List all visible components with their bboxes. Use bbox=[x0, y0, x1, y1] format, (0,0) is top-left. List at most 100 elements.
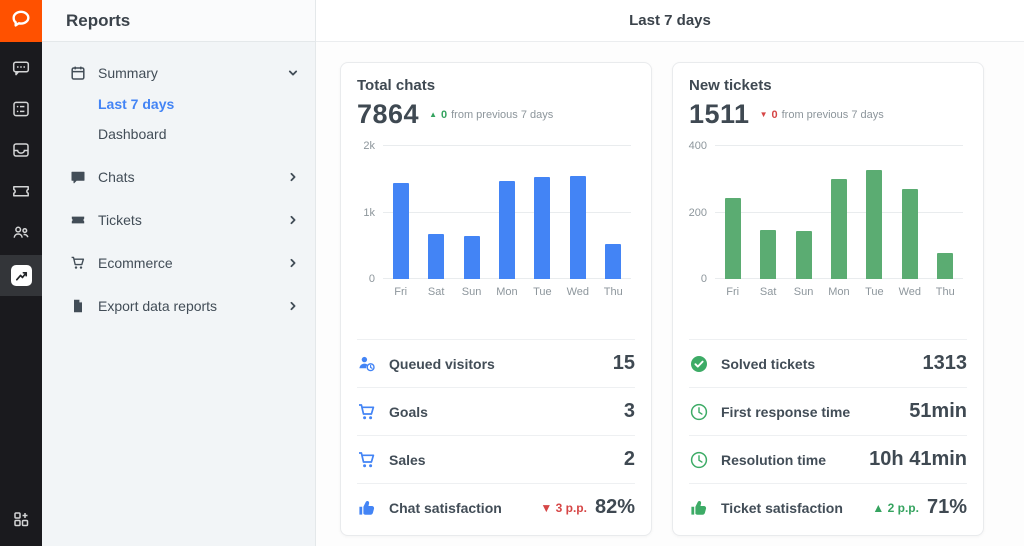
y-tick-label: 0 bbox=[701, 273, 707, 285]
stat-row-queued-visitors[interactable]: Queued visitors 15 bbox=[357, 339, 635, 387]
new-tickets-card: New tickets 1511 ▼ 0 from previous 7 day… bbox=[672, 62, 984, 536]
sidebar-body: Summary Last 7 days Dashboard Chats bbox=[42, 42, 315, 320]
bar-Thu[interactable] bbox=[605, 244, 621, 279]
bar-Tue[interactable] bbox=[866, 170, 882, 279]
bar-Sat[interactable] bbox=[760, 230, 776, 279]
total-chats-card: Total chats 7864 ▲ 0 from previous 7 day… bbox=[340, 62, 652, 536]
delta-value: 0 bbox=[441, 109, 447, 121]
bar-slot bbox=[383, 146, 418, 279]
bar-Wed[interactable] bbox=[570, 176, 586, 279]
card-title: Total chats bbox=[357, 77, 635, 94]
stat-row-sales[interactable]: Sales 2 bbox=[357, 435, 635, 483]
list-icon bbox=[11, 99, 31, 124]
rail-item-archives[interactable] bbox=[0, 91, 42, 132]
x-axis-labels: FriSatSunMonTueWedThu bbox=[715, 286, 963, 298]
bar-Tue[interactable] bbox=[534, 177, 550, 279]
cart-icon bbox=[357, 450, 377, 470]
stat-row-goals[interactable]: Goals 3 bbox=[357, 387, 635, 435]
bar-Fri[interactable] bbox=[393, 183, 409, 279]
x-tick-label: Tue bbox=[857, 286, 892, 298]
livechat-logo[interactable] bbox=[0, 0, 42, 42]
sidebar-item-export-data-reports[interactable]: Export data reports bbox=[70, 292, 299, 320]
rail-item-reports[interactable] bbox=[0, 255, 42, 296]
y-tick-label: 2k bbox=[363, 140, 375, 152]
stat-label: Resolution time bbox=[721, 452, 826, 468]
delta-suffix: from previous 7 days bbox=[451, 109, 553, 121]
sidebar-item-dashboard[interactable]: Dashboard bbox=[98, 119, 299, 149]
check-circle-icon bbox=[689, 354, 709, 374]
sidebar-item-last-7-days[interactable]: Last 7 days bbox=[98, 89, 299, 119]
plot-area bbox=[715, 146, 963, 279]
chevron-right-icon bbox=[287, 257, 299, 269]
file-document-icon bbox=[70, 298, 86, 314]
cart-icon bbox=[357, 402, 377, 422]
x-tick-label: Fri bbox=[715, 286, 750, 298]
stat-value: 2 bbox=[624, 448, 635, 471]
kpi-delta: ▼ 0 from previous 7 days bbox=[760, 109, 884, 121]
kpi-delta: ▲ 0 from previous 7 days bbox=[429, 109, 553, 121]
main-area: Last 7 days Total chats 7864 ▲ 0 from pr… bbox=[316, 0, 1024, 546]
stats-list: Solved tickets 1313 First response time … bbox=[689, 339, 967, 531]
stat-row-resolution-time[interactable]: Resolution time 10h 41min bbox=[689, 435, 967, 483]
bar-slot bbox=[892, 146, 927, 279]
apps-grid-icon bbox=[12, 510, 30, 533]
stat-value: 82% bbox=[595, 496, 635, 519]
bar-slot bbox=[857, 146, 892, 279]
sidebar-item-label: Summary bbox=[98, 65, 158, 81]
delta-value: 0 bbox=[772, 109, 778, 121]
bar-slot bbox=[596, 146, 631, 279]
x-tick-label: Mon bbox=[489, 286, 524, 298]
bars bbox=[715, 146, 963, 279]
rail-item-chats[interactable] bbox=[0, 50, 42, 91]
stat-label: Goals bbox=[389, 404, 428, 420]
chevron-right-icon bbox=[287, 214, 299, 226]
kpi-row: 7864 ▲ 0 from previous 7 days bbox=[357, 99, 635, 130]
y-tick-label: 0 bbox=[369, 273, 375, 285]
sidebar-item-chats[interactable]: Chats bbox=[70, 163, 299, 191]
app-root: Reports Summary Last 7 days Dashboard bbox=[0, 0, 1024, 546]
chat-bubble-icon bbox=[11, 58, 31, 83]
stat-value: 51min bbox=[909, 400, 967, 423]
stat-row-solved-tickets[interactable]: Solved tickets 1313 bbox=[689, 339, 967, 387]
bar-Wed[interactable] bbox=[902, 189, 918, 279]
rail-item-tickets[interactable] bbox=[0, 173, 42, 214]
sidebar-item-label: Chats bbox=[98, 169, 135, 185]
bar-Sun[interactable] bbox=[464, 236, 480, 279]
reports-sidebar: Reports Summary Last 7 days Dashboard bbox=[42, 0, 316, 546]
delta-suffix: from previous 7 days bbox=[782, 109, 884, 121]
kpi-row: 1511 ▼ 0 from previous 7 days bbox=[689, 99, 967, 130]
bar-slot bbox=[715, 146, 750, 279]
stat-label: Chat satisfaction bbox=[389, 500, 502, 516]
stat-label: Ticket satisfaction bbox=[721, 500, 843, 516]
total-chats-value: 7864 bbox=[357, 99, 419, 130]
bar-Sun[interactable] bbox=[796, 231, 812, 279]
bar-slot bbox=[928, 146, 963, 279]
x-tick-label: Thu bbox=[596, 286, 631, 298]
y-tick-label: 200 bbox=[689, 207, 707, 219]
bar-Fri[interactable] bbox=[725, 198, 741, 279]
stat-row-ticket-satisfaction[interactable]: Ticket satisfaction ▲ 2 p.p. 71% bbox=[689, 483, 967, 531]
bar-Mon[interactable] bbox=[831, 179, 847, 279]
bar-Sat[interactable] bbox=[428, 234, 444, 279]
x-tick-label: Wed bbox=[560, 286, 595, 298]
rail-item-inbox[interactable] bbox=[0, 132, 42, 173]
stat-row-chat-satisfaction[interactable]: Chat satisfaction ▼ 3 p.p. 82% bbox=[357, 483, 635, 531]
bar-Thu[interactable] bbox=[937, 253, 953, 279]
bar-slot bbox=[560, 146, 595, 279]
chat-bubble-icon bbox=[70, 169, 86, 185]
chevron-down-icon bbox=[287, 67, 299, 79]
stat-row-first-response-time[interactable]: First response time 51min bbox=[689, 387, 967, 435]
bar-Mon[interactable] bbox=[499, 181, 515, 279]
sidebar-item-tickets[interactable]: Tickets bbox=[70, 206, 299, 234]
rail-item-apps[interactable] bbox=[0, 501, 42, 542]
x-tick-label: Sun bbox=[786, 286, 821, 298]
rail-item-team[interactable] bbox=[0, 214, 42, 255]
sidebar-item-ecommerce[interactable]: Ecommerce bbox=[70, 249, 299, 277]
sidebar-item-summary[interactable]: Summary bbox=[70, 59, 299, 87]
x-tick-label: Thu bbox=[928, 286, 963, 298]
trend-chart-icon bbox=[11, 265, 32, 286]
delta-down-icon: ▼ bbox=[760, 111, 768, 119]
stats-list: Queued visitors 15 Goals 3 bbox=[357, 339, 635, 531]
chevron-right-icon bbox=[287, 171, 299, 183]
content-area: Total chats 7864 ▲ 0 from previous 7 day… bbox=[316, 42, 1024, 546]
